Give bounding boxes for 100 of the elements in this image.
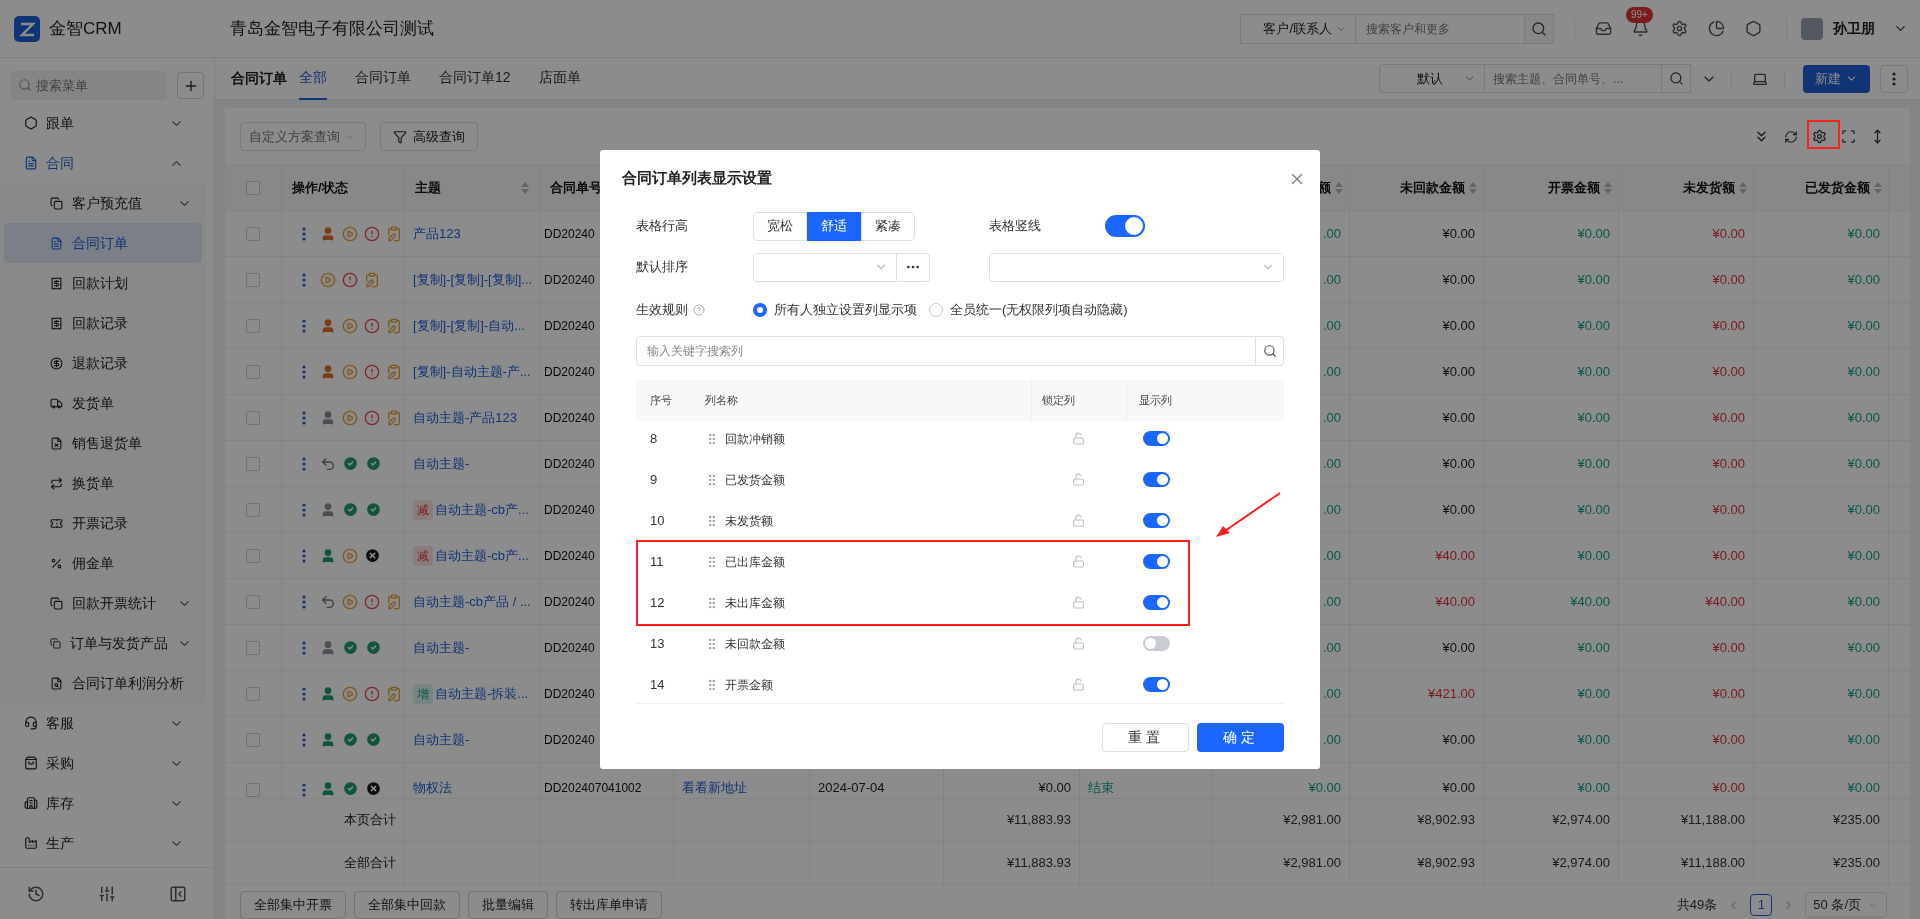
advanced-query-button[interactable]: 高级查询	[380, 122, 478, 151]
tab[interactable]: 合同订单	[355, 57, 411, 100]
checkbox[interactable]	[246, 456, 260, 471]
more-icon[interactable]	[1892, 71, 1896, 86]
sliders-icon[interactable]	[98, 884, 116, 903]
checkbox[interactable]	[246, 732, 260, 747]
subject-link[interactable]: 自动主题-拆装...	[435, 683, 529, 704]
subject-link[interactable]: 自动主题-cb产...	[435, 499, 529, 520]
subject-link[interactable]: [复制]-[复制]-自动...	[413, 315, 525, 336]
checkbox[interactable]	[246, 318, 260, 333]
toggle-switch[interactable]	[1143, 431, 1170, 446]
view-select[interactable]: 默认	[1379, 64, 1485, 93]
subject-link[interactable]: 自动主题-产品123	[413, 407, 518, 428]
pie-chart-icon[interactable]	[1708, 20, 1725, 37]
subject-link[interactable]: 自动主题-cb产品 / ...	[413, 591, 531, 612]
menu-item[interactable]: 回款计划	[4, 263, 202, 303]
checkbox[interactable]	[246, 640, 260, 655]
refresh-icon[interactable]	[1784, 129, 1798, 144]
checkbox[interactable]	[246, 594, 260, 609]
tab[interactable]: 全部	[299, 57, 327, 100]
segment-option[interactable]: 宽松	[753, 211, 807, 241]
column-header[interactable]: 未发货额	[1683, 178, 1747, 198]
toggle-switch[interactable]	[1143, 472, 1170, 487]
reset-button[interactable]: 重置	[1102, 723, 1189, 752]
search-button[interactable]	[1256, 336, 1284, 366]
checkbox[interactable]	[246, 226, 260, 241]
address-link[interactable]: 看看新地址	[682, 777, 747, 797]
action-button[interactable]: 转出库单申请	[556, 891, 662, 919]
menu-item[interactable]: 换货单	[4, 463, 202, 503]
search-scope-select[interactable]: 客户/联系人	[1240, 13, 1356, 44]
help-icon[interactable]	[693, 304, 705, 316]
toggle-switch[interactable]	[1143, 554, 1170, 569]
checkbox[interactable]	[246, 181, 260, 195]
menu-item[interactable]: 跟单	[0, 103, 214, 143]
more-icon[interactable]	[302, 226, 306, 241]
menu-item[interactable]: 退款记录	[4, 343, 202, 383]
menu-item[interactable]: 发货单	[4, 383, 202, 423]
more-icon[interactable]	[302, 594, 306, 609]
radio-option[interactable]: 所有人独立设置列显示项	[753, 300, 917, 320]
menu-item[interactable]: 生产	[0, 823, 214, 863]
radio-button[interactable]	[753, 303, 767, 317]
action-button[interactable]: 批量编辑	[468, 891, 548, 919]
more-icon[interactable]	[302, 364, 306, 379]
search-field[interactable]: 输入关键字搜索列	[636, 336, 1256, 366]
menu-item[interactable]: 佣金单	[4, 543, 202, 583]
search-field[interactable]: 搜索菜单	[10, 71, 167, 100]
hexagon-icon[interactable]	[1745, 20, 1762, 37]
menu-item[interactable]: 合同订单	[4, 223, 202, 263]
settings-icon[interactable]	[1671, 20, 1688, 37]
more-icon[interactable]	[302, 410, 306, 425]
menu-item[interactable]: 销售退货单	[4, 423, 202, 463]
action-button[interactable]: 全部集中开票	[240, 891, 346, 919]
toggle-switch[interactable]	[1143, 595, 1170, 610]
subject-link[interactable]: 自动主题-	[413, 453, 470, 474]
subject-link[interactable]: 产品123	[413, 223, 461, 244]
more-icon[interactable]	[302, 732, 306, 747]
fullscreen-icon[interactable]	[1841, 129, 1856, 144]
more-icon[interactable]	[302, 783, 306, 797]
new-button[interactable]: 新建	[1803, 64, 1870, 93]
segment-option[interactable]: 紧凑	[861, 211, 915, 241]
search-button[interactable]	[1524, 13, 1554, 44]
page-button[interactable]: 1	[1750, 894, 1773, 916]
collapse-menu-icon[interactable]	[169, 884, 188, 903]
checkbox[interactable]	[246, 502, 260, 517]
column-header[interactable]: 主题	[415, 178, 529, 198]
subject-link[interactable]: 自动主题-	[413, 729, 470, 750]
column-header[interactable]: 未回款金额	[1400, 178, 1477, 198]
column-header[interactable]: 操作/状态	[292, 178, 348, 198]
more-icon[interactable]	[302, 318, 306, 333]
subject-link[interactable]: 自动主题-	[413, 637, 470, 658]
action-button[interactable]: 全部集中回款	[354, 891, 460, 919]
menu-item[interactable]: 库存	[0, 783, 214, 823]
settings-icon[interactable]	[1812, 129, 1827, 144]
subject-link[interactable]: [复制]-自动主题-产...	[413, 361, 531, 382]
menu-item[interactable]: 回款记录	[4, 303, 202, 343]
sort-field-select[interactable]	[753, 252, 897, 282]
menu-item[interactable]: 合同订单利润分析	[4, 663, 202, 703]
toggle-switch[interactable]	[1143, 677, 1170, 692]
more-icon[interactable]	[302, 502, 306, 517]
toggle-switch[interactable]	[1105, 215, 1145, 237]
tab[interactable]: 合同订单12	[439, 57, 511, 100]
inbox-icon[interactable]	[1595, 20, 1612, 37]
column-header[interactable]: 已发货金额	[1805, 178, 1882, 198]
more-icon[interactable]	[302, 640, 306, 655]
checkbox[interactable]	[246, 548, 260, 563]
checkbox[interactable]	[246, 410, 260, 425]
column-header[interactable]: 开票金额	[1548, 178, 1612, 198]
menu-item[interactable]: 客户预充值	[4, 183, 202, 223]
toggle-switch[interactable]	[1143, 513, 1170, 528]
confirm-button[interactable]: 确定	[1197, 723, 1284, 752]
bell-icon[interactable]	[1632, 20, 1649, 37]
menu-item[interactable]: 开票记录	[4, 503, 202, 543]
segment-option[interactable]: 舒适	[807, 211, 861, 241]
search-button[interactable]	[1661, 64, 1691, 93]
subject-link[interactable]: [复制]-[复制]-[复制]...	[413, 269, 533, 290]
menu-item[interactable]: 合同	[0, 143, 214, 183]
checkbox[interactable]	[246, 783, 260, 797]
toggle-switch[interactable]	[1143, 636, 1170, 651]
subject-link[interactable]: 自动主题-cb产...	[435, 545, 529, 566]
scheme-select[interactable]: 自定义方案查询	[240, 122, 366, 151]
